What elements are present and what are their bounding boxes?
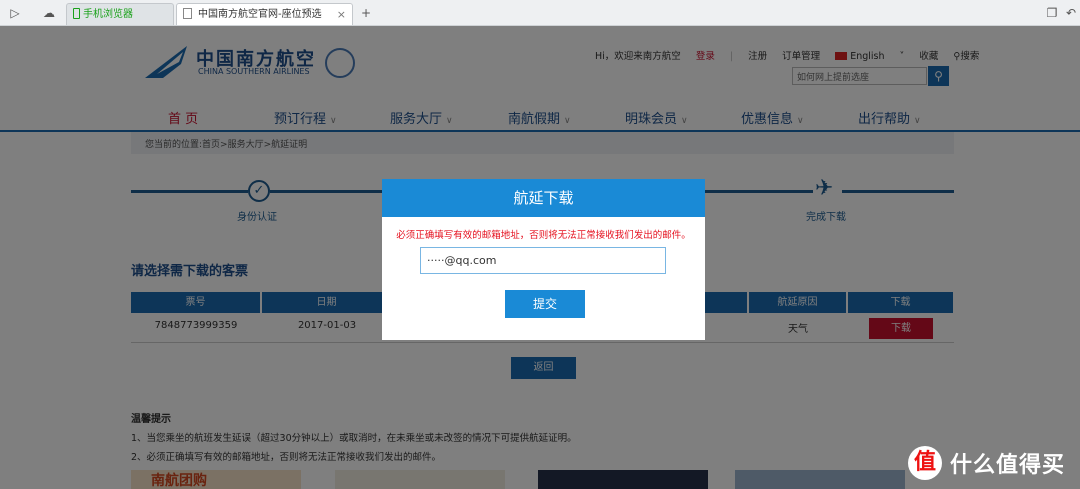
browser-tab-mobile[interactable]: 手机浏览器 [66,3,174,25]
email-warning: 必须正确填写有效的邮箱地址，否则将无法正常接收我们发出的邮件。 [396,230,691,241]
window-restore-icon[interactable]: ❐ [1043,4,1061,22]
watermark-text: 什么值得买 [950,453,1066,478]
cloud-icon[interactable]: ☁ [40,4,58,22]
undo-icon[interactable]: ↶ [1062,4,1080,22]
dialog-title: 航延下载 [382,179,705,217]
browser-tab-active[interactable]: 中国南方航空官网-座位预选 × [176,3,353,25]
submit-button[interactable]: 提交 [505,290,585,318]
new-tab-button[interactable]: + [357,4,375,22]
browser-tab-bar: ▷ ☁ 手机浏览器 中国南方航空官网-座位预选 × + ❐ ↶ [0,0,1080,26]
phone-icon [73,8,80,19]
close-tab-icon[interactable]: × [337,4,346,25]
sidebar-toggle-icon[interactable]: ▷ [6,4,24,22]
delay-download-dialog: 航延下载 必须正确填写有效的邮箱地址，否则将无法正常接收我们发出的邮件。 提交 [382,179,705,340]
email-field[interactable] [420,247,666,274]
page-icon [183,8,192,19]
watermark-logo-icon: 值 [908,446,942,480]
